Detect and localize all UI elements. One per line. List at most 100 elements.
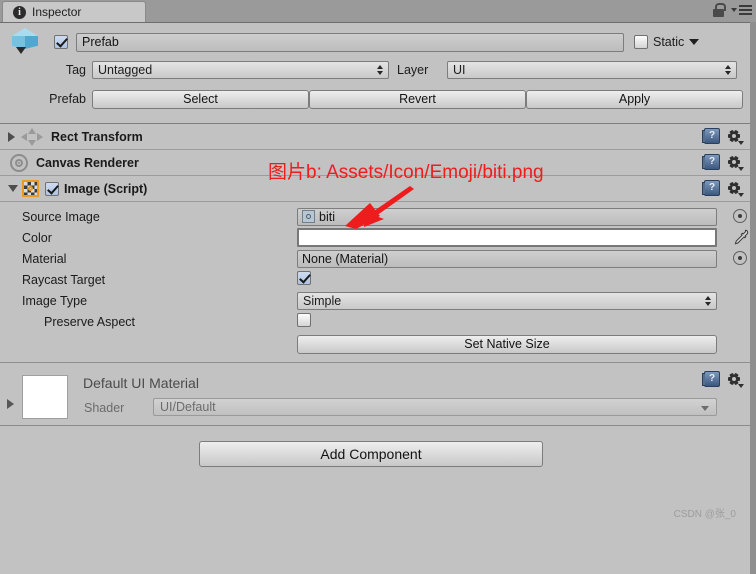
source-image-value: biti (319, 209, 335, 224)
static-label: Static (653, 35, 685, 49)
raycast-target-label: Raycast Target (22, 272, 106, 287)
property-row-preserve-aspect: Preserve Aspect (0, 311, 750, 332)
gear-icon[interactable] (727, 181, 744, 197)
preserve-aspect-field-area (297, 313, 717, 330)
component-header-rect-transform[interactable]: Rect Transform ? (0, 124, 750, 150)
tab-bar: i Inspector (0, 0, 756, 22)
tag-value: Untagged (98, 63, 153, 77)
static-dropdown-caret-icon[interactable] (689, 39, 700, 45)
component-header-image-script[interactable]: Image (Script) ? (0, 176, 750, 202)
material-picker-button[interactable] (733, 250, 747, 265)
layer-value: UI (453, 63, 466, 77)
component-title-canvas-renderer: Canvas Renderer (36, 155, 139, 170)
property-row-material: Material None (Material) (0, 248, 750, 269)
help-icon[interactable]: ? (702, 180, 720, 196)
unity-inspector-window: i Inspector Prefab Static Tag Untagged L… (0, 0, 756, 574)
foldout-arrow-icon[interactable] (8, 131, 15, 142)
help-icon[interactable]: ? (702, 154, 720, 170)
tab-inspector[interactable]: i Inspector (2, 1, 146, 22)
object-name-input[interactable]: Prefab (76, 32, 624, 52)
static-toggle-group[interactable]: Static (634, 35, 700, 49)
inspector-footer: Add Component CSDN @张_0 (0, 426, 750, 526)
vertical-scrollbar[interactable] (750, 22, 756, 574)
source-image-label: Source Image (22, 209, 100, 224)
material-field-area: None (Material) (297, 249, 747, 268)
raycast-target-field-area (297, 271, 717, 288)
tab-inspector-label: Inspector (32, 5, 82, 19)
layer-dropdown[interactable]: UI (447, 61, 737, 79)
hamburger-menu-icon[interactable] (731, 5, 752, 15)
property-row-image-type: Image Type Simple (0, 290, 750, 311)
watermark: CSDN @张_0 (673, 509, 736, 520)
source-image-object-field[interactable]: biti (297, 207, 717, 226)
object-enabled-checkbox[interactable] (54, 35, 68, 49)
color-swatch-field[interactable] (297, 228, 717, 247)
prefab-label: Prefab (49, 92, 86, 106)
prefab-cube-icon (8, 27, 42, 57)
sprite-thumbnail-icon (302, 210, 315, 223)
component-actions-canvas-renderer: ? (702, 154, 744, 171)
preserve-aspect-checkbox[interactable] (297, 313, 311, 327)
set-native-size-area: Set Native Size (297, 334, 717, 354)
tab-bar-right-controls (713, 3, 752, 17)
material-actions: ? (702, 371, 744, 388)
canvas-renderer-icon (10, 153, 28, 172)
static-checkbox[interactable] (634, 35, 648, 49)
property-row-source-image: Source Image biti (0, 206, 750, 227)
inspector-panel: Prefab Static Tag Untagged Layer UI Pref… (0, 22, 750, 574)
object-header: Prefab Static Tag Untagged Layer UI Pref… (0, 23, 750, 124)
component-title-image-script: Image (Script) (64, 181, 148, 196)
set-native-size-button[interactable]: Set Native Size (297, 334, 717, 354)
source-image-picker-button[interactable] (733, 208, 747, 223)
component-header-canvas-renderer[interactable]: Canvas Renderer ? (0, 150, 750, 176)
help-icon[interactable]: ? (702, 371, 720, 387)
material-label: Material (22, 251, 67, 266)
image-type-field-area: Simple (297, 291, 717, 310)
default-ui-material-block: Default UI Material Shader UI/Default ? (0, 363, 750, 426)
gear-icon[interactable] (727, 155, 744, 171)
image-type-dropdown[interactable]: Simple (297, 291, 717, 310)
source-image-field-area: biti (297, 207, 747, 226)
revert-button[interactable]: Revert (309, 89, 526, 109)
object-name-row: Prefab Static (0, 28, 750, 54)
color-label: Color (22, 230, 52, 245)
tag-dropdown[interactable]: Untagged (92, 61, 389, 79)
image-type-label: Image Type (22, 293, 88, 308)
tag-label: Tag (65, 63, 86, 77)
foldout-arrow-icon[interactable] (8, 185, 18, 192)
material-preview-swatch (22, 375, 68, 419)
material-value: None (Material) (302, 251, 389, 266)
property-row-color: Color (0, 227, 750, 248)
info-icon: i (13, 5, 26, 19)
preserve-aspect-label: Preserve Aspect (44, 314, 136, 329)
image-enabled-checkbox[interactable] (45, 181, 59, 196)
raycast-target-checkbox[interactable] (297, 271, 311, 285)
shader-dropdown[interactable]: UI/Default (153, 398, 717, 416)
gear-icon[interactable] (727, 129, 744, 145)
component-actions-rect-transform: ? (702, 128, 744, 145)
component-title-rect-transform: Rect Transform (51, 129, 143, 144)
property-row-raycast-target: Raycast Target (0, 269, 750, 290)
shader-label: Shader (84, 401, 125, 415)
prefab-row: Prefab Select Revert Apply (0, 89, 750, 109)
layer-label: Layer (397, 63, 429, 77)
shader-value: UI/Default (160, 400, 216, 414)
sprite-icon (22, 180, 39, 197)
eyedropper-icon[interactable] (733, 228, 749, 246)
help-icon[interactable]: ? (702, 128, 720, 144)
apply-button[interactable]: Apply (526, 89, 743, 109)
component-actions-image-script: ? (702, 180, 744, 197)
image-type-value: Simple (303, 293, 342, 308)
material-foldout-arrow-icon[interactable] (7, 399, 14, 409)
lock-icon[interactable] (713, 3, 726, 17)
image-component-properties: Source Image biti Color Material None (M… (0, 202, 750, 363)
tag-layer-row: Tag Untagged Layer UI (0, 60, 750, 80)
property-row-set-native-size: Set Native Size (0, 332, 750, 356)
material-object-field[interactable]: None (Material) (297, 249, 717, 268)
rect-transform-icon (21, 127, 43, 146)
add-component-button[interactable]: Add Component (199, 441, 543, 467)
gear-icon[interactable] (727, 372, 744, 388)
select-button[interactable]: Select (92, 89, 309, 109)
material-title: Default UI Material (83, 375, 199, 391)
color-field-area (297, 228, 749, 247)
